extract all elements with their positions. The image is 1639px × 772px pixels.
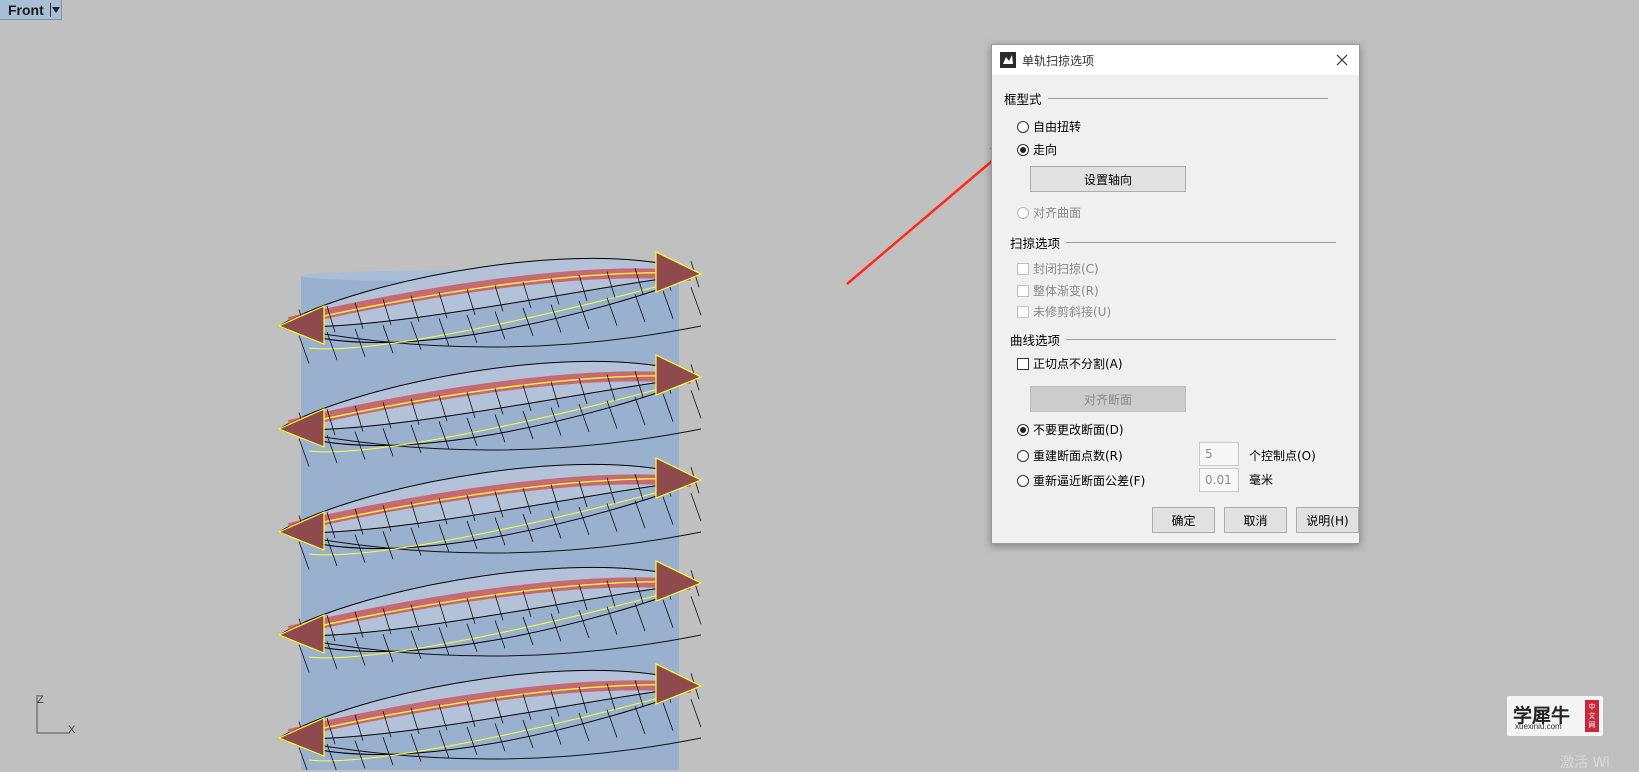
radio-free-twist[interactable]: 自由扭转	[1017, 118, 1081, 135]
do-not-split-tangent-label: 正切点不分割(A)	[1033, 357, 1123, 371]
viewport-front[interactable]: Front Z X	[0, 0, 1639, 770]
xuexiniu-logo: 学犀牛 xuexiniu.com 中 文 网	[1507, 696, 1603, 736]
refit-tolerance-unit: 毫米	[1249, 473, 1274, 487]
sweep-options-group-heading: 扫掠选项	[1010, 233, 1337, 252]
logo-url-text: xuexiniu.com	[1515, 722, 1562, 731]
curve-options-heading: 曲线选项	[1010, 333, 1061, 348]
closed-sweep-label: 封闭扫掠(C)	[1033, 262, 1099, 276]
rhino-app-icon	[1000, 52, 1016, 68]
dialog-titlebar[interactable]: 单轨扫掠选项	[992, 45, 1359, 75]
rebuild-points-unit: 个控制点(O)	[1249, 449, 1316, 463]
group-divider	[1066, 242, 1337, 243]
radio-indicator[interactable]	[1017, 449, 1029, 462]
viewport-tab[interactable]: Front	[0, 0, 62, 20]
annotation-arrow-line	[846, 149, 1006, 285]
refit-tolerance-input[interactable]: 0.01	[1199, 468, 1239, 492]
radio-indicator[interactable]	[1017, 423, 1029, 436]
rebuild-points-input[interactable]: 5	[1199, 442, 1239, 466]
seal-char: 中	[1588, 702, 1596, 711]
group-divider	[1066, 339, 1337, 340]
close-icon[interactable]	[1333, 51, 1351, 69]
radio-indicator[interactable]	[1017, 120, 1029, 133]
windows-activation-watermark: 激活 Wi	[1560, 755, 1610, 771]
help-button[interactable]: 说明(H)	[1296, 507, 1359, 533]
frame-style-group-heading: 框型式	[1004, 89, 1328, 108]
logo-seal: 中 文 网	[1585, 700, 1599, 732]
checkbox-indicator[interactable]	[1017, 284, 1029, 297]
refit-tolerance-label: 重新逼近断面公差(F)	[1033, 474, 1146, 488]
frame-style-heading: 框型式	[1004, 92, 1042, 107]
global-blending-label: 整体渐变(R)	[1033, 284, 1099, 298]
viewport-name: Front	[8, 1, 44, 18]
cancel-button[interactable]: 取消	[1224, 507, 1287, 533]
radio-indicator[interactable]	[1017, 474, 1029, 487]
do-not-simplify-label: 不要更改断面(D)	[1033, 423, 1124, 437]
sweep-options-heading: 扫掠选项	[1010, 236, 1061, 251]
sweep1-options-dialog: 单轨扫掠选项 框型式 自由扭转 走向 设置轴向 对齐曲面 扫掠选项 封闭扫掠(C…	[991, 44, 1360, 544]
checkbox-global-shape-blending[interactable]: 整体渐变(R)	[1017, 282, 1099, 299]
curve-options-group-heading: 曲线选项	[1010, 330, 1337, 349]
radio-refit-tolerance[interactable]: 重新逼近断面公差(F)	[1017, 472, 1145, 489]
frame-rib-lower	[690, 287, 702, 316]
group-divider	[1047, 98, 1328, 99]
axis-z-label: Z	[37, 694, 44, 706]
radio-rebuild-points[interactable]: 重建断面点数(R)	[1017, 447, 1123, 464]
ok-button[interactable]: 确定	[1152, 507, 1215, 533]
radio-align-surface-label: 对齐曲面	[1033, 206, 1082, 220]
checkbox-closed-sweep[interactable]: 封闭扫掠(C)	[1017, 260, 1099, 277]
radio-free-twist-label: 自由扭转	[1033, 120, 1082, 134]
dialog-title: 单轨扫掠选项	[1022, 53, 1095, 68]
axis-x-label: X	[68, 724, 76, 736]
seal-char: 文	[1588, 711, 1596, 720]
rebuild-points-label: 重建断面点数(R)	[1033, 449, 1123, 463]
radio-indicator[interactable]	[1017, 206, 1029, 219]
helix-sweep-scene	[277, 140, 1020, 770]
checkbox-indicator[interactable]	[1017, 305, 1029, 318]
checkbox-do-not-split-tangent[interactable]: 正切点不分割(A)	[1017, 355, 1123, 372]
viewport-menu-chevron-icon[interactable]	[51, 6, 61, 13]
radio-roadlike[interactable]: 走向	[1017, 141, 1057, 158]
radio-roadlike-label: 走向	[1033, 143, 1058, 157]
align-crosssections-button[interactable]: 对齐断面	[1030, 386, 1186, 412]
checkbox-untrimmed-miters[interactable]: 未修剪斜接(U)	[1017, 303, 1111, 320]
frame-rib-lower	[690, 596, 702, 625]
frame-rib-lower	[690, 699, 702, 728]
untrimmed-miters-label: 未修剪斜接(U)	[1033, 305, 1112, 319]
seal-char: 网	[1588, 720, 1596, 729]
radio-align-surface[interactable]: 对齐曲面	[1017, 204, 1081, 221]
set-axis-button[interactable]: 设置轴向	[1030, 166, 1186, 192]
checkbox-indicator[interactable]	[1017, 357, 1029, 370]
radio-indicator[interactable]	[1017, 143, 1029, 156]
frame-rib-lower	[690, 390, 702, 419]
frame-rib-lower	[690, 493, 702, 522]
checkbox-indicator[interactable]	[1017, 262, 1029, 275]
radio-do-not-simplify[interactable]: 不要更改断面(D)	[1017, 421, 1124, 438]
